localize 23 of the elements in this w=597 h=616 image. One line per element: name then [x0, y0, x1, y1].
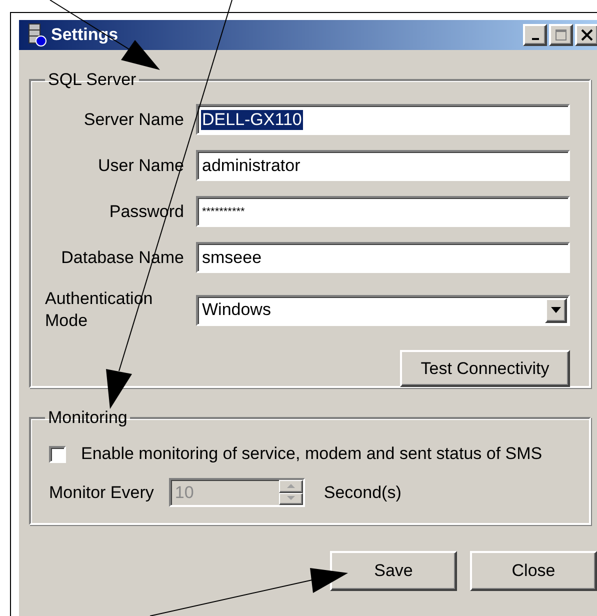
input-field[interactable]: DELL-GX110	[196, 104, 570, 135]
field-label: Server Name	[82, 110, 184, 130]
minimize-icon	[532, 38, 538, 40]
window-title: Settings	[51, 25, 118, 45]
server-icon	[27, 23, 47, 47]
password-field[interactable]: **********	[196, 196, 570, 227]
maximize-icon	[555, 29, 567, 41]
close-icon	[581, 29, 593, 41]
group-title: Monitoring	[47, 408, 128, 428]
input-field[interactable]: administrator	[196, 150, 570, 181]
checkbox-label: Enable monitoring of service, modem and sent status of SMS	[81, 444, 542, 464]
minimize-button[interactable]	[523, 24, 547, 46]
checkbox[interactable]	[49, 446, 66, 462]
dialog-button[interactable]: Close	[470, 551, 597, 591]
input-field[interactable]: smseee	[196, 242, 570, 273]
group-title: SQL Server	[47, 70, 138, 90]
maximize-button[interactable]	[549, 24, 573, 46]
test-connectivity-button[interactable]: Test Connectivity	[400, 350, 570, 387]
dialog-button[interactable]: Save	[330, 551, 457, 591]
interval-label: Monitor Every	[49, 482, 154, 502]
close-button[interactable]	[575, 24, 597, 46]
unit-label: Second(s)	[324, 482, 402, 502]
dropdown-field[interactable]: Windows	[196, 294, 570, 326]
